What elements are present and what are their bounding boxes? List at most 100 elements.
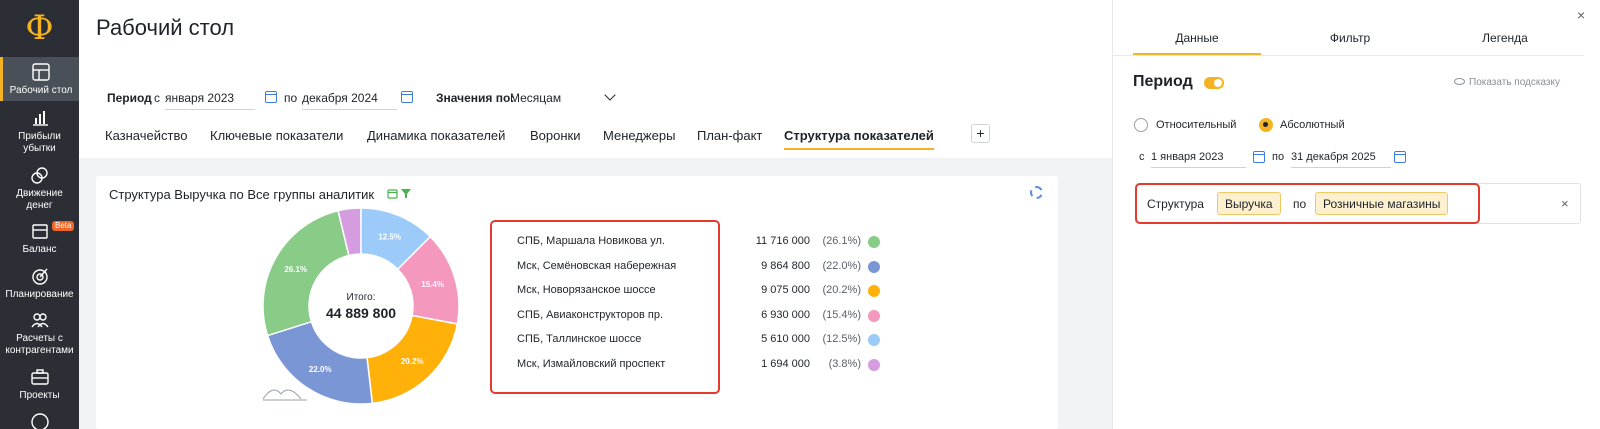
slice-label: 12.5% [378,233,401,242]
total-value: 44 889 800 [325,305,397,321]
tab-plan-fact[interactable]: План-факт [697,128,762,150]
legend-color-dot[interactable] [868,236,880,248]
panel-title: Период [1133,73,1193,90]
legend-item-name: СПБ, Маршала Новикова ул. [517,235,665,247]
slice-label: 26.1% [284,265,307,274]
structure-label: Структура [1147,197,1204,211]
legend-item-value: 9 864 800 [761,259,810,272]
legend-color-dot[interactable] [868,309,880,322]
values-label: Значения по: [436,91,515,105]
sidebar-item-label: Проекты [19,390,60,401]
from-prefix: с [154,91,160,105]
briefcase-icon [30,369,49,385]
panel-tab-legend[interactable]: Легенда [1443,31,1567,45]
main-area: Рабочий стол Период с января 2023 по дек… [79,0,1112,429]
eye-icon[interactable] [1454,78,1465,85]
calendar-icon[interactable] [265,91,277,103]
legend-item-percent: (20.2%) [822,284,861,296]
balance-icon [31,224,48,239]
calendar-icon[interactable] [401,91,413,103]
structure-card: Структура Выручка по Все группы аналитик… [96,176,1058,429]
show-hint-link[interactable]: Показать подсказку [1469,77,1560,88]
period-label: Период [107,91,152,105]
sidebar-item-planning[interactable]: Планирование [0,266,79,302]
tab-key-indicators[interactable]: Ключевые показатели [210,128,343,150]
settings-gear-icon[interactable] [1030,186,1043,199]
legend-item-name: Мск, Новорязанское шоссе [517,284,656,296]
calendar-icon[interactable] [1394,151,1406,163]
tab-structure[interactable]: Структура показателей [784,128,934,150]
add-tab-button[interactable]: + [971,124,990,143]
legend-item-value: 5 610 000 [761,333,810,345]
legend-item-percent: (12.5%) [822,333,861,345]
calendar-small-icon[interactable] [387,188,398,199]
panel-from-date[interactable]: 1 января 2023 [1151,146,1246,168]
panel-to-date[interactable]: 31 декабря 2025 [1291,146,1391,168]
to-prefix: по [284,91,298,105]
sidebar-item-label: Рабочий стол [9,85,73,96]
legend-item-percent: (15.4%) [822,308,861,321]
sidebar-item-cashflow[interactable]: Движение денег [0,165,79,213]
sidebar-item-dashboard[interactable]: Рабочий стол [0,57,79,101]
tab-dynamics[interactable]: Динамика показателей [367,128,505,150]
radio-absolute-label: Абсолютный [1280,119,1345,131]
legend-item-name: СПБ, Таллинское шоссе [517,333,642,345]
panel-tab-data[interactable]: Данные [1135,31,1259,45]
panel-from-prefix: с [1139,151,1145,163]
tab-managers[interactable]: Менеджеры [603,128,675,150]
legend-item-value: 11 716 000 [755,235,810,247]
sidebar-item-profit-loss[interactable]: Прибыли убытки [0,108,79,156]
period-from-field[interactable]: января 2023 [165,86,255,110]
money-flow-icon [30,167,48,184]
total-label: Итого: [346,292,376,303]
sidebar-item-balance[interactable]: Beta Баланс [0,221,79,257]
period-toggle[interactable] [1204,77,1224,89]
legend-item-name: Мск, Измайловский проспект [517,357,666,370]
topbar: Рабочий стол [79,0,1112,58]
legend-item-percent: (26.1%) [822,235,861,247]
tab-treasury[interactable]: Казначейство [105,128,187,150]
legend-item-value: 9 075 000 [761,284,810,296]
sidebar: Ф Рабочий стол Прибыли убытки Движение д… [0,0,79,429]
legend-color-dot[interactable] [868,358,880,371]
legend-color-dot[interactable] [868,260,880,273]
legend-color-dot[interactable] [868,334,880,346]
filter-icon[interactable] [401,188,411,199]
beta-badge: Beta [52,221,75,231]
legend-color-dot[interactable] [868,285,880,297]
group-chip[interactable]: Розничные магазины [1315,192,1449,215]
structure-chip[interactable]: Выручка [1217,192,1281,215]
sidebar-item-counterparties[interactable]: Расчеты с контрагентами [0,310,79,358]
legend-item-value: 6 930 000 [761,308,810,321]
slice-label: 15.4% [421,280,444,289]
radio-absolute[interactable] [1259,118,1273,132]
donut-chart: 12.5% 15.4% 20.2% 22.0% 26.1% Итого: 44 889 … [261,206,461,406]
panel-tab-filter[interactable]: Фильтр [1288,31,1412,45]
radio-relative-label: Относительный [1156,119,1237,131]
slice-label: 20.2% [401,357,424,366]
tab-funnels[interactable]: Воронки [530,128,581,150]
radio-relative[interactable] [1134,118,1148,132]
coin-icon[interactable] [30,412,50,429]
panel-tabs-divider [1112,55,1584,56]
logo[interactable]: Ф [0,0,79,56]
wave-icon [262,389,307,401]
page-title: Рабочий стол [96,15,235,40]
panel-tab-active-underline [1133,53,1261,55]
sidebar-item-label: Движение денег [16,188,63,211]
values-select[interactable]: Месяцам [510,86,620,110]
period-to-field[interactable]: декабря 2024 [302,86,397,110]
clear-structure-icon[interactable]: × [1561,196,1569,211]
logo-icon: Ф [25,8,54,48]
sidebar-item-projects[interactable]: Проекты [0,367,79,403]
sidebar-item-label: Планирование [5,289,74,300]
sidebar-item-label: Прибыли убытки [18,131,61,154]
panel-to-prefix: по [1272,151,1285,163]
legend-item-percent: (22.0%) [822,259,861,272]
people-icon [30,313,49,328]
close-panel-icon[interactable]: × [1577,7,1585,23]
legend-item-value: 1 694 000 [761,357,810,370]
calendar-icon[interactable] [1253,151,1265,163]
legend-item-percent: (3.8%) [828,357,861,370]
by-label: по [1293,197,1307,211]
